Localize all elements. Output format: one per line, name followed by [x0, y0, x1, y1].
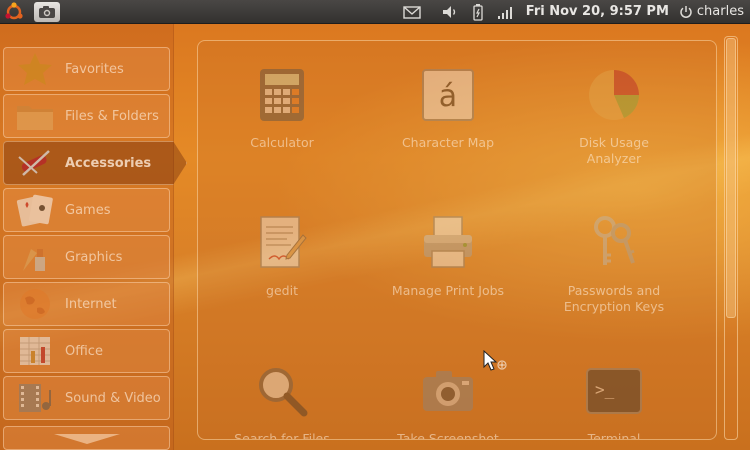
mouse-pointer-icon [483, 349, 507, 374]
printer-icon [418, 213, 478, 273]
app-label: Search for Files [234, 431, 330, 440]
sidebar-item-label: Favorites [65, 61, 124, 77]
chevron-down-icon [53, 434, 120, 444]
camera-icon[interactable] [34, 1, 60, 22]
app-label: Calculator [250, 135, 314, 150]
app-label: Character Map [401, 135, 495, 150]
spreadsheet-icon [13, 331, 57, 371]
app-label: Manage Print Jobs [391, 283, 505, 298]
app-terminal[interactable]: >_ Terminal [530, 361, 698, 440]
app-calculator[interactable]: Calculator [198, 65, 366, 151]
magnifier-icon [252, 361, 312, 421]
app-manage-print-jobs[interactable]: Manage Print Jobs [364, 213, 532, 299]
terminal-prompt-glyph: >_ [595, 380, 615, 399]
battery-icon[interactable] [468, 2, 488, 22]
category-sidebar: Favorites Files & Folders Accessories Ga… [0, 24, 187, 450]
apps-scrollbar[interactable] [724, 36, 738, 440]
app-gedit[interactable]: gedit [198, 213, 366, 299]
sidebar-item-files-folders[interactable]: Files & Folders [3, 94, 170, 138]
power-icon [680, 5, 692, 18]
sidebar-item-office[interactable]: Office [3, 329, 170, 373]
sidebar-item-sound-video[interactable]: Sound & Video [3, 376, 170, 420]
sidebar-item-label: Office [65, 343, 103, 359]
character-map-glyph: á [439, 79, 457, 114]
app-passwords-encryption-keys[interactable]: Passwords and Encryption Keys [530, 213, 698, 315]
folder-icon [13, 96, 57, 136]
user-menu[interactable]: charles [679, 4, 744, 19]
app-character-map[interactable]: á Character Map [364, 65, 532, 151]
app-label: Passwords and Encryption Keys [563, 283, 665, 314]
film-icon [13, 378, 57, 418]
character-map-icon: á [418, 65, 478, 125]
camera-icon [418, 361, 478, 421]
applications-panel: Calculator á Character Map Disk Usage An… [197, 40, 717, 440]
ubuntu-logo-icon[interactable] [2, 0, 26, 24]
sidebar-item-label: Internet [65, 296, 117, 312]
app-disk-usage-analyzer[interactable]: Disk Usage Analyzer [530, 65, 698, 167]
sidebar-scroll-down-button[interactable] [3, 426, 170, 450]
sidebar-item-label: Sound & Video [65, 390, 161, 406]
sidebar-item-games[interactable]: Games [3, 188, 170, 232]
star-icon [13, 49, 57, 89]
keys-icon [584, 213, 644, 273]
volume-icon[interactable] [440, 2, 460, 22]
sidebar-item-label: Games [65, 202, 111, 218]
app-label: Terminal [587, 431, 641, 440]
sidebar-item-accessories[interactable]: Accessories [3, 141, 187, 185]
user-name: charles [696, 4, 744, 19]
top-panel: Fri Nov 20, 9:57 PM charles [0, 0, 750, 24]
clock[interactable]: Fri Nov 20, 9:57 PM [526, 4, 669, 19]
app-label: gedit [266, 283, 298, 298]
playing-cards-icon [13, 190, 57, 230]
app-search-for-files[interactable]: Search for Files [198, 361, 366, 440]
app-label: Take Screenshot [397, 431, 499, 440]
sidebar-item-label: Graphics [65, 249, 123, 265]
app-label: Disk Usage Analyzer [579, 135, 649, 166]
terminal-icon: >_ [584, 361, 644, 421]
text-editor-icon [252, 213, 312, 273]
sidebar-item-graphics[interactable]: Graphics [3, 235, 170, 279]
globe-icon [13, 284, 57, 324]
calculator-icon [252, 65, 312, 125]
pie-chart-icon [584, 65, 644, 125]
signal-icon[interactable] [496, 2, 516, 22]
sidebar-item-internet[interactable]: Internet [3, 282, 170, 326]
swiss-knife-icon [13, 143, 57, 183]
mail-icon[interactable] [402, 2, 422, 22]
apps-scrollbar-thumb[interactable] [726, 38, 736, 318]
sidebar-item-label: Files & Folders [65, 108, 159, 124]
sidebar-item-favorites[interactable]: Favorites [3, 47, 170, 91]
sidebar-item-label: Accessories [65, 155, 152, 171]
paint-icon [13, 237, 57, 277]
